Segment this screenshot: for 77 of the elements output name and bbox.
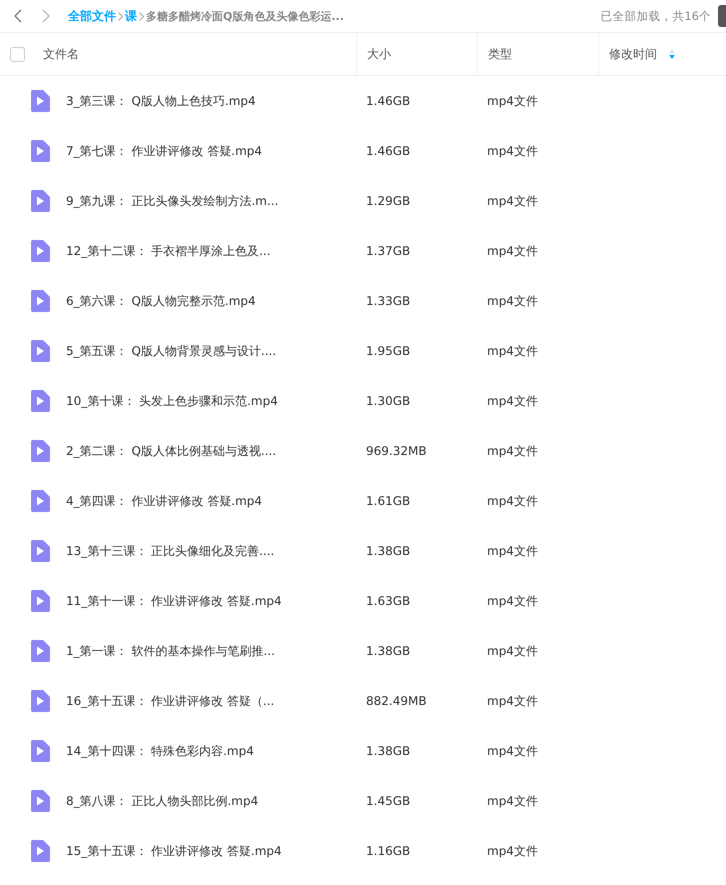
video-file-icon xyxy=(30,790,50,812)
file-size: 882.49MB xyxy=(366,694,427,708)
file-name[interactable]: 2_第二课： Q版人体比例基础与透视.... xyxy=(66,442,276,460)
file-type: mp4文件 xyxy=(487,842,538,860)
file-size: 1.38GB xyxy=(366,644,410,658)
file-type: mp4文件 xyxy=(487,692,538,710)
video-file-icon xyxy=(30,640,50,662)
back-icon xyxy=(14,9,22,23)
file-size: 1.38GB xyxy=(366,544,410,558)
file-size: 1.16GB xyxy=(366,844,410,858)
file-name[interactable]: 11_第十一课： 作业讲评修改 答疑.mp4 xyxy=(66,592,282,610)
file-name[interactable]: 9_第九课： 正比头像头发绘制方法.m... xyxy=(66,192,278,210)
file-size: 1.95GB xyxy=(366,344,410,358)
video-file-icon xyxy=(30,390,50,412)
column-header[interactable]: 文件名 xyxy=(43,46,79,62)
video-file-icon xyxy=(30,590,50,612)
file-type: mp4文件 xyxy=(487,442,538,460)
file-name[interactable]: 6_第六课： Q版人物完整示范.mp4 xyxy=(66,292,256,310)
video-file-icon xyxy=(30,440,50,462)
file-size: 1.33GB xyxy=(366,294,410,308)
file-name[interactable]: 8_第八课： 正比人物头部比例.mp4 xyxy=(66,792,258,810)
column-header[interactable]: 类型 xyxy=(488,46,512,62)
file-name[interactable]: 12_第十二课： 手衣褶半厚涂上色及... xyxy=(66,242,271,260)
file-name[interactable]: 1_第一课： 软件的基本操作与笔刷推... xyxy=(66,642,275,660)
edge-button[interactable] xyxy=(718,5,726,27)
file-type: mp4文件 xyxy=(487,642,538,660)
video-file-icon xyxy=(30,140,50,162)
file-type: mp4文件 xyxy=(487,792,538,810)
video-file-icon xyxy=(30,740,50,762)
file-name[interactable]: 10_第十课： 头发上色步骤和示范.mp4 xyxy=(66,392,278,410)
file-name[interactable]: 16_第十五课： 作业讲评修改 答疑（... xyxy=(66,692,274,710)
file-name[interactable]: 7_第七课： 作业讲评修改 答疑.mp4 xyxy=(66,142,262,160)
video-file-icon xyxy=(30,290,50,312)
video-file-icon xyxy=(30,840,50,862)
file-size: 1.38GB xyxy=(366,744,410,758)
forward-icon xyxy=(42,9,50,23)
load-status: 已全部加载，共16个 xyxy=(600,8,711,24)
file-type: mp4文件 xyxy=(487,92,538,110)
file-type: mp4文件 xyxy=(487,242,538,260)
video-file-icon xyxy=(30,240,50,262)
breadcrumb-current: 多糖多醋烤冷面Q版角色及头像色彩运... xyxy=(146,8,344,24)
file-type: mp4文件 xyxy=(487,592,538,610)
column-header[interactable]: 大小 xyxy=(367,46,391,62)
file-name[interactable]: 4_第四课： 作业讲评修改 答疑.mp4 xyxy=(66,492,262,510)
video-file-icon xyxy=(30,340,50,362)
sort-icon[interactable] xyxy=(669,49,675,59)
file-type: mp4文件 xyxy=(487,742,538,760)
file-size: 1.46GB xyxy=(366,144,410,158)
file-size: 1.45GB xyxy=(366,794,410,808)
video-file-icon xyxy=(30,190,50,212)
file-type: mp4文件 xyxy=(487,142,538,160)
file-type: mp4文件 xyxy=(487,492,538,510)
file-name[interactable]: 14_第十四课： 特殊色彩内容.mp4 xyxy=(66,742,254,760)
file-type: mp4文件 xyxy=(487,292,538,310)
file-type: mp4文件 xyxy=(487,542,538,560)
file-name[interactable]: 3_第三课： Q版人物上色技巧.mp4 xyxy=(66,92,256,110)
file-name[interactable]: 13_第十三课： 正比头像细化及完善.... xyxy=(66,542,274,560)
file-size: 969.32MB xyxy=(366,444,427,458)
file-name[interactable]: 15_第十五课： 作业讲评修改 答疑.mp4 xyxy=(66,842,282,860)
video-file-icon xyxy=(30,540,50,562)
video-file-icon xyxy=(30,690,50,712)
file-size: 1.30GB xyxy=(366,394,410,408)
file-type: mp4文件 xyxy=(487,192,538,210)
file-size: 1.63GB xyxy=(366,594,410,608)
file-size: 1.37GB xyxy=(366,244,410,258)
video-file-icon xyxy=(30,490,50,512)
file-size: 1.29GB xyxy=(366,194,410,208)
file-type: mp4文件 xyxy=(487,342,538,360)
chevron-icon xyxy=(118,12,123,20)
file-name[interactable]: 5_第五课： Q版人物背景灵感与设计.... xyxy=(66,342,276,360)
file-size: 1.61GB xyxy=(366,494,410,508)
chevron-icon xyxy=(139,12,144,20)
file-type: mp4文件 xyxy=(487,392,538,410)
file-size: 1.46GB xyxy=(366,94,410,108)
column-header[interactable]: 修改时间 xyxy=(609,46,657,62)
video-file-icon xyxy=(30,90,50,112)
select-all-checkbox[interactable] xyxy=(10,46,25,62)
